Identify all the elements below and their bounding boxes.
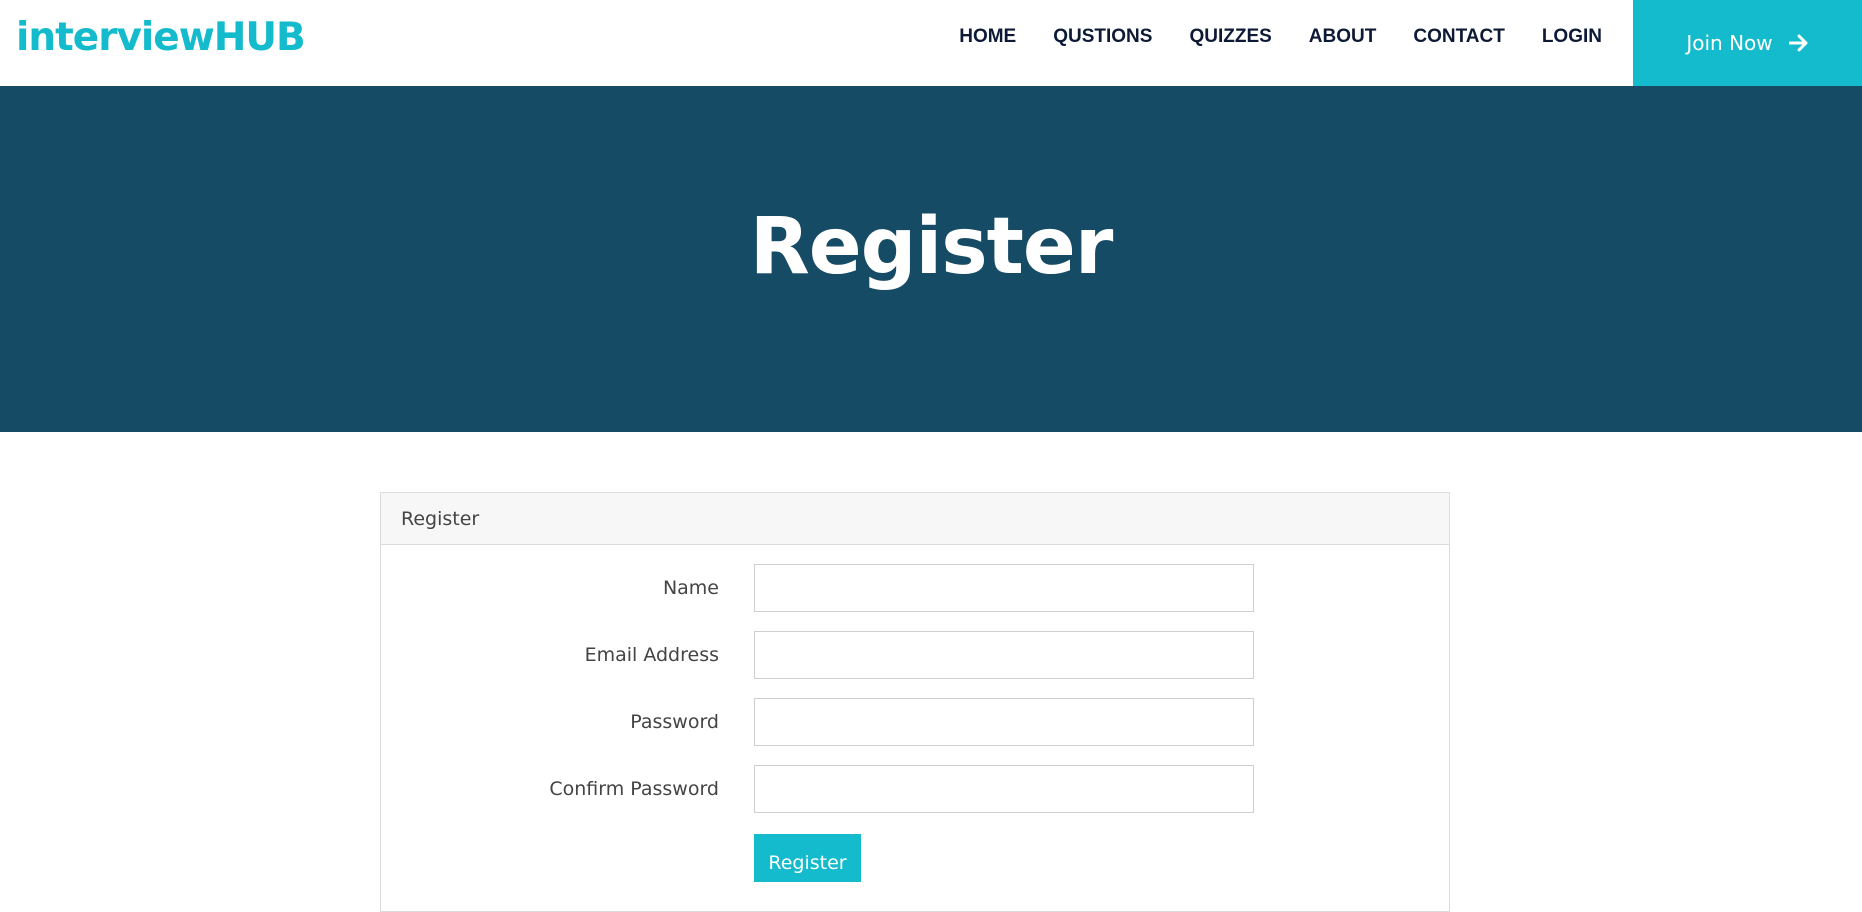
nav-item-about[interactable]: ABOUT — [1309, 26, 1377, 48]
name-input[interactable] — [754, 564, 1254, 612]
site-logo[interactable]: interviewHUB — [16, 14, 306, 62]
hero-banner: Register — [0, 86, 1862, 432]
nav-item-contact[interactable]: CONTACT — [1413, 26, 1504, 48]
register-submit-button[interactable]: Register — [754, 834, 861, 882]
email-input[interactable] — [754, 631, 1254, 679]
join-now-button[interactable]: Join Now — [1633, 0, 1862, 86]
nav-item-home[interactable]: HOME — [959, 26, 1016, 48]
main-nav: HOME QUSTIONS QUIZZES ABOUT CONTACT LOGI… — [922, 26, 1602, 48]
register-card: Register Name Email Address Password Con… — [380, 492, 1450, 912]
email-label: Email Address — [584, 644, 719, 666]
password-input[interactable] — [754, 698, 1254, 746]
nav-item-quizzes[interactable]: QUIZZES — [1189, 26, 1271, 48]
name-label: Name — [662, 577, 719, 599]
password-label: Password — [630, 711, 719, 733]
confirm-password-row: Confirm Password — [381, 765, 1449, 813]
name-row: Name — [381, 564, 1449, 612]
nav-item-login[interactable]: LOGIN — [1542, 26, 1602, 48]
join-now-label: Join Now — [1686, 31, 1773, 55]
confirm-password-label: Confirm Password — [549, 778, 719, 800]
arrow-right-icon — [1788, 34, 1809, 52]
confirm-password-input[interactable] — [754, 765, 1254, 813]
email-row: Email Address — [381, 631, 1449, 679]
nav-item-questions[interactable]: QUSTIONS — [1053, 26, 1152, 48]
top-navbar: interviewHUB HOME QUSTIONS QUIZZES ABOUT… — [0, 0, 1862, 86]
password-row: Password — [381, 698, 1449, 746]
page-title: Register — [749, 202, 1114, 292]
card-header: Register — [381, 493, 1449, 545]
